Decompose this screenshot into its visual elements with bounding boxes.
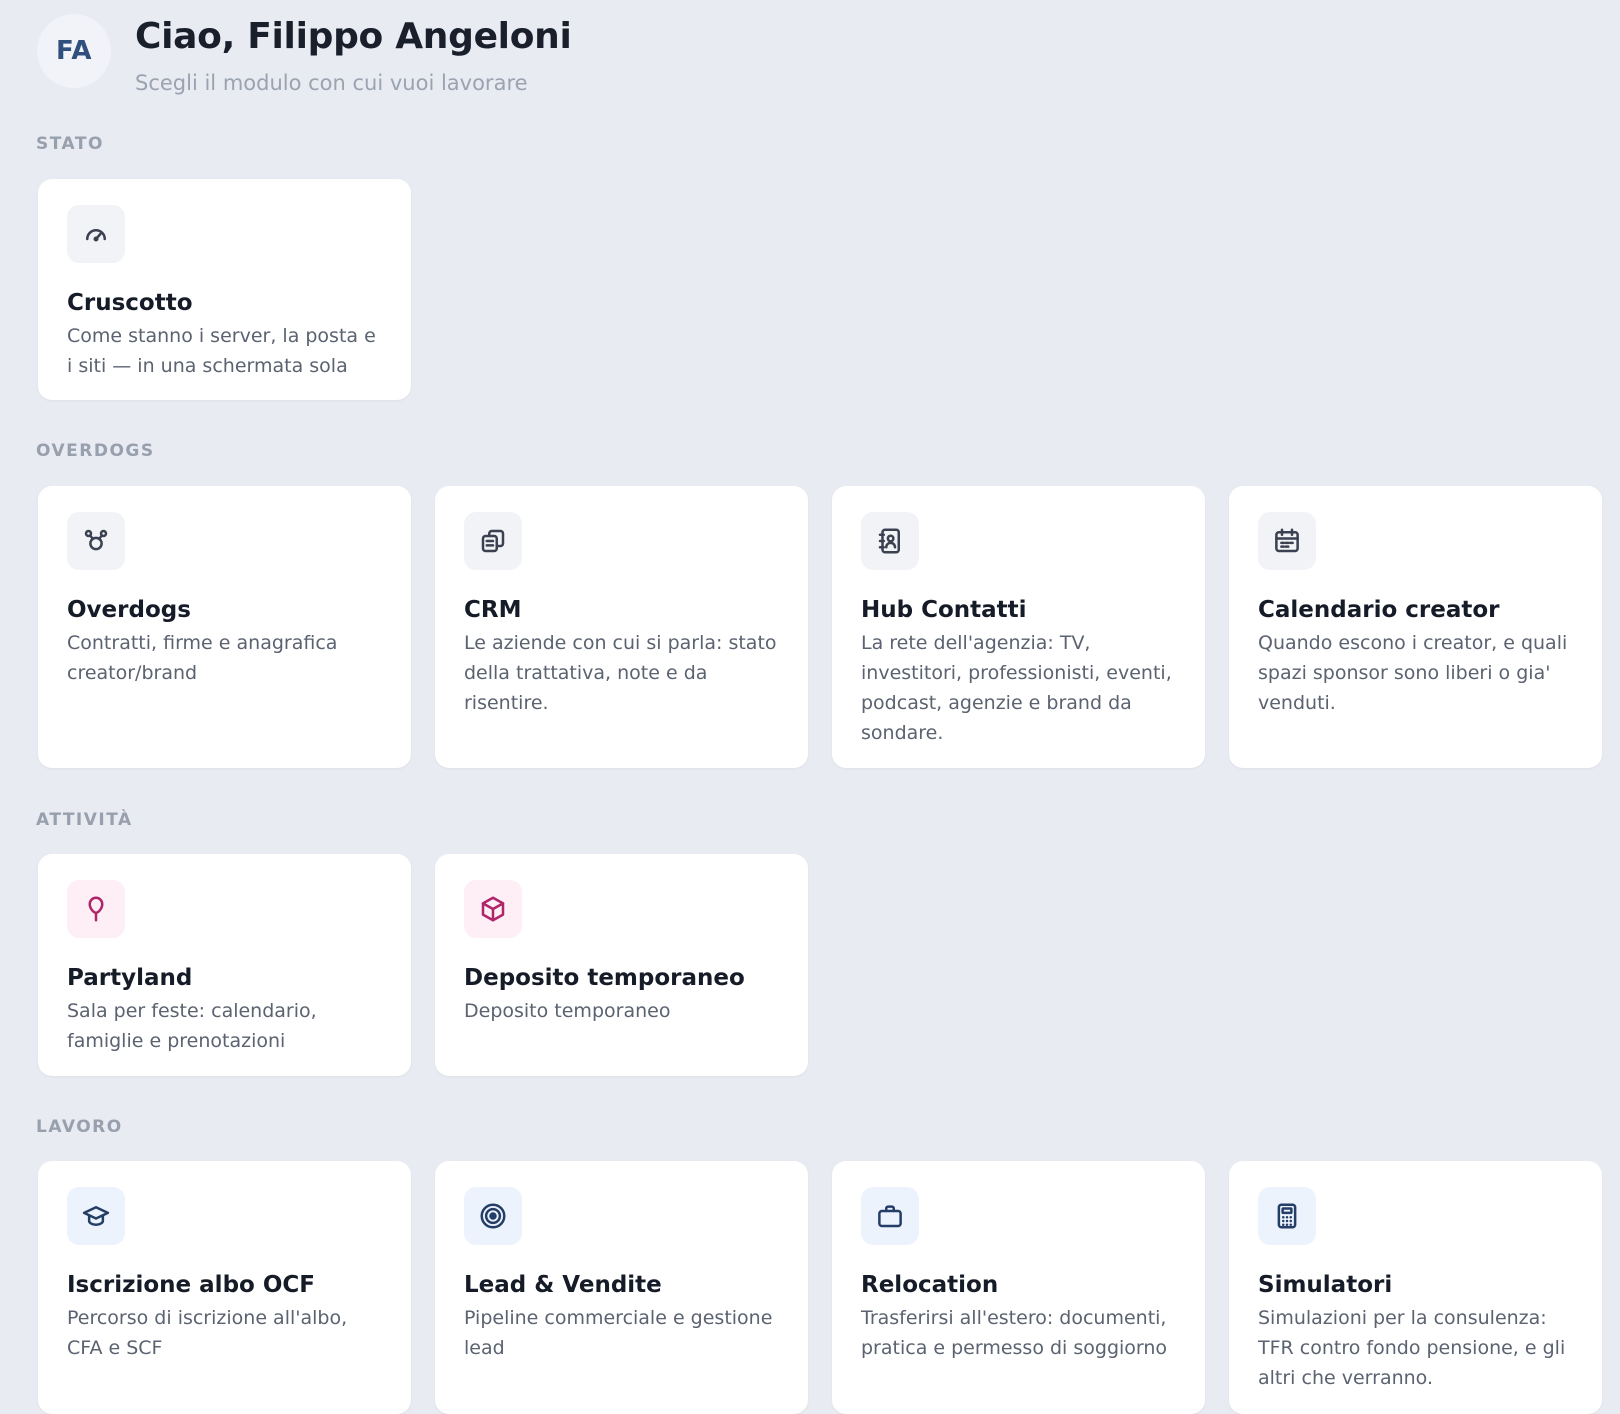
balloon-icon	[67, 880, 125, 938]
card-description: Quando escono i creator, e quali spazi s…	[1258, 632, 1568, 714]
avatar[interactable]: FA	[37, 14, 111, 88]
card-description: Deposito temporaneo	[464, 1000, 671, 1022]
page-title: Ciao, Filippo Angeloni	[135, 16, 572, 57]
card-title: Lead & Vendite	[464, 1272, 662, 1298]
calendar-icon	[1258, 512, 1316, 570]
card-description: Simulazioni per la consulenza: TFR contr…	[1258, 1307, 1566, 1389]
card-title: Simulatori	[1258, 1272, 1393, 1298]
module-card-overdogs[interactable]: Overdogs Contratti, firme e anagrafica c…	[38, 486, 411, 768]
card-title: Hub Contatti	[861, 597, 1027, 623]
page-subtitle: Scegli il modulo con cui vuoi lavorare	[135, 71, 528, 95]
calculator-icon	[1258, 1187, 1316, 1245]
card-title: Relocation	[861, 1272, 999, 1298]
card-title: Partyland	[67, 965, 193, 991]
section-label-lavoro: LAVORO	[36, 1117, 123, 1137]
header-text: Ciao, Filippo Angeloni Scegli il modulo …	[135, 14, 572, 96]
gauge-icon	[67, 205, 125, 263]
network-icon	[67, 512, 125, 570]
card-title: Iscrizione albo OCF	[67, 1272, 315, 1298]
module-card-partyland[interactable]: Partyland Sala per feste: calendario, fa…	[38, 854, 411, 1076]
module-card-lead-vendite[interactable]: Lead & Vendite Pipeline commerciale e ge…	[435, 1161, 808, 1414]
card-title: Overdogs	[67, 597, 191, 623]
page-header: FA Ciao, Filippo Angeloni Scegli il modu…	[37, 14, 572, 96]
module-card-simulatori[interactable]: Simulatori Simulazioni per la consulenza…	[1229, 1161, 1602, 1414]
target-icon	[464, 1187, 522, 1245]
card-title: CRM	[464, 597, 522, 623]
box-icon	[464, 880, 522, 938]
card-description: Le aziende con cui si parla: stato della…	[464, 632, 777, 714]
module-card-iscrizione-albo-ocf[interactable]: Iscrizione albo OCF Percorso di iscrizio…	[38, 1161, 411, 1414]
card-title: Deposito temporaneo	[464, 965, 745, 991]
module-card-cruscotto[interactable]: Cruscotto Come stanno i server, la posta…	[38, 179, 411, 400]
card-title: Calendario creator	[1258, 597, 1500, 623]
graduation-cap-icon	[67, 1187, 125, 1245]
card-description: La rete dell'agenzia: TV, investitori, p…	[861, 632, 1172, 744]
card-description: Pipeline commerciale e gestione lead	[464, 1307, 773, 1359]
module-card-crm[interactable]: CRM Le aziende con cui si parla: stato d…	[435, 486, 808, 768]
card-description: Contratti, firme e anagrafica creator/br…	[67, 632, 338, 684]
module-card-calendario-creator[interactable]: Calendario creator Quando escono i creat…	[1229, 486, 1602, 768]
section-label-stato: STATO	[36, 134, 104, 154]
section-label-overdogs: OVERDOGS	[36, 441, 155, 461]
module-launcher: FA Ciao, Filippo Angeloni Scegli il modu…	[0, 0, 1620, 1414]
briefcase-icon	[861, 1187, 919, 1245]
address-book-icon	[861, 512, 919, 570]
module-card-deposito-temporaneo[interactable]: Deposito temporaneo Deposito temporaneo	[435, 854, 808, 1076]
card-title: Cruscotto	[67, 290, 193, 316]
card-description: Percorso di iscrizione all'albo, CFA e S…	[67, 1307, 348, 1359]
card-description: Sala per feste: calendario, famiglie e p…	[67, 1000, 317, 1052]
card-description: Come stanno i server, la posta e i siti …	[67, 325, 376, 377]
card-description: Trasferirsi all'estero: documenti, prati…	[861, 1307, 1168, 1359]
documents-icon	[464, 512, 522, 570]
section-label-attivita: ATTIVITÀ	[36, 810, 133, 830]
module-card-hub-contatti[interactable]: Hub Contatti La rete dell'agenzia: TV, i…	[832, 486, 1205, 768]
module-card-relocation[interactable]: Relocation Trasferirsi all'estero: docum…	[832, 1161, 1205, 1414]
